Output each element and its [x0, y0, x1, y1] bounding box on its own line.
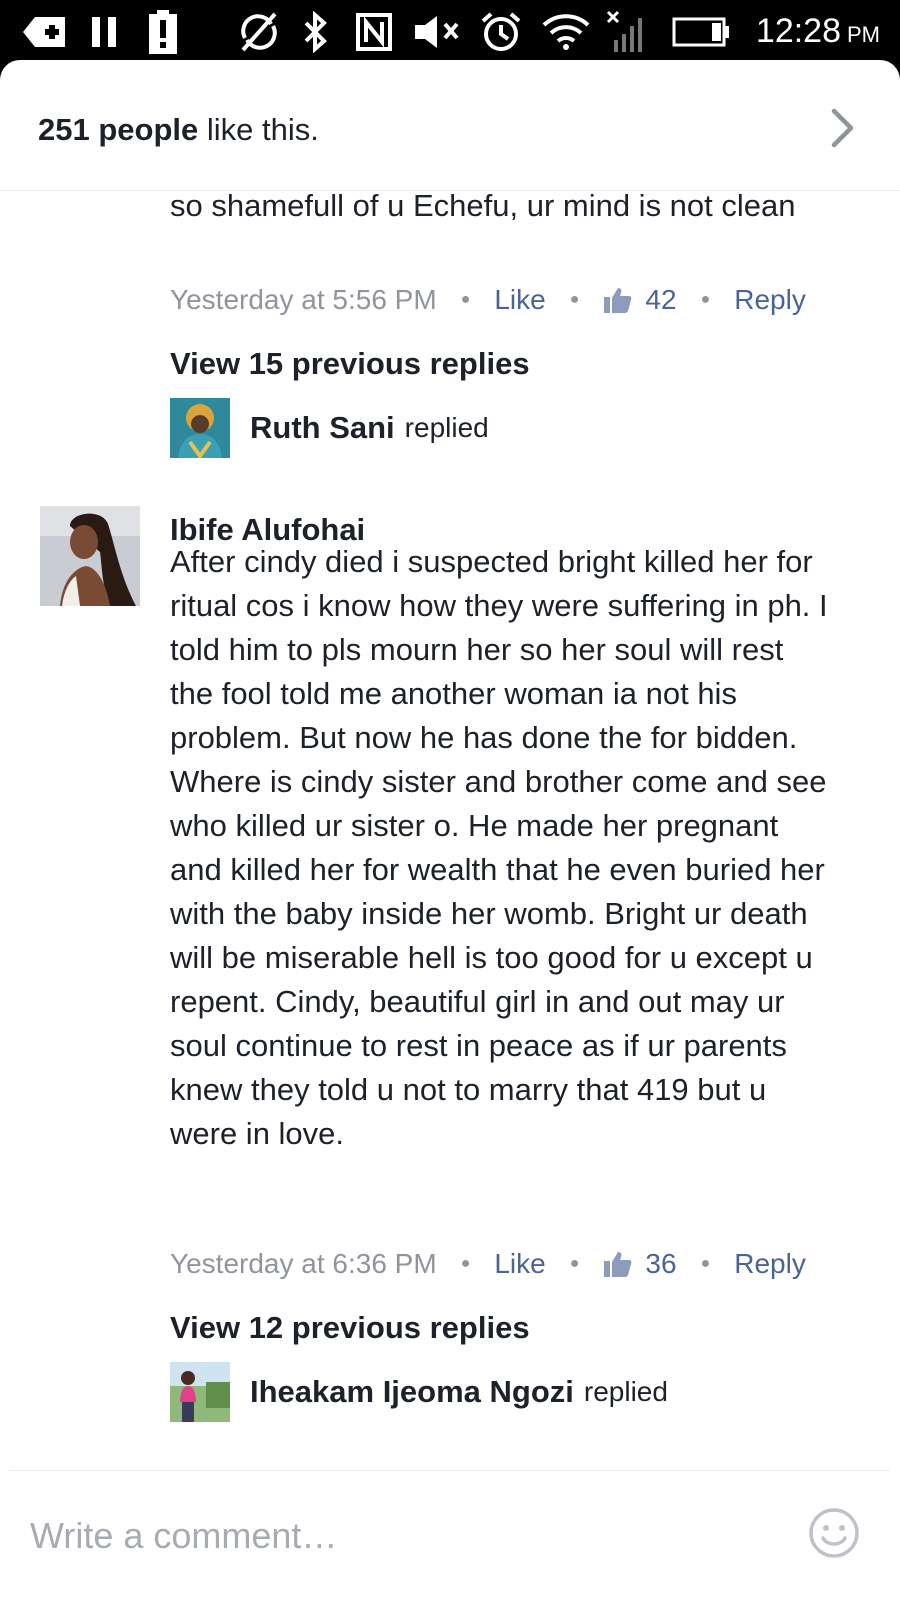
- nfc-icon: [354, 10, 394, 54]
- likes-suffix: like this.: [198, 112, 319, 147]
- notification-add-icon: [20, 10, 68, 54]
- reply-author-name[interactable]: Ruth Sani: [250, 410, 395, 446]
- comment-text: so shamefull of u Echefu, ur mind is not…: [170, 188, 796, 223]
- bluetooth-icon: [300, 10, 332, 54]
- battery-icon: [672, 10, 730, 54]
- view-previous-replies[interactable]: View 12 previous replies: [170, 1310, 530, 1346]
- separator-dot: ●: [460, 291, 471, 308]
- separator-dot: ●: [700, 1255, 711, 1272]
- like-button[interactable]: Like: [494, 1248, 545, 1280]
- likes-header[interactable]: 251 people like this.: [0, 60, 900, 191]
- like-count[interactable]: 42: [645, 284, 676, 316]
- like-count[interactable]: 36: [645, 1248, 676, 1280]
- thumbs-up-icon[interactable]: [603, 1250, 633, 1278]
- separator-dot: ●: [569, 1255, 580, 1272]
- comment-meta: Yesterday at 6:36 PM ● Like ● 36 ● Reply: [170, 1244, 806, 1284]
- comment-timestamp[interactable]: Yesterday at 6:36 PM: [170, 1248, 437, 1280]
- emoji-icon[interactable]: [808, 1507, 860, 1559]
- separator-dot: ●: [700, 291, 711, 308]
- avatar[interactable]: [170, 1362, 230, 1422]
- likes-count: 251 people: [38, 112, 199, 147]
- reply-button[interactable]: Reply: [734, 1248, 806, 1280]
- signal-no-service-icon: [606, 10, 650, 54]
- reply-button[interactable]: Reply: [734, 284, 806, 316]
- avatar[interactable]: [170, 398, 230, 458]
- clock-ampm: PM: [847, 22, 880, 47]
- clock-time: 12:28: [755, 12, 841, 50]
- sync-off-icon: [236, 10, 282, 54]
- likes-summary[interactable]: 251 people like this.: [38, 112, 319, 148]
- status-bar: 12:28 PM: [0, 0, 900, 64]
- comment-text: After cindy died i suspected bright kill…: [170, 544, 828, 1151]
- avatar[interactable]: [40, 506, 140, 606]
- battery-alert-icon: [146, 10, 180, 54]
- like-button[interactable]: Like: [494, 284, 545, 316]
- alarm-icon: [478, 10, 524, 54]
- separator-dot: ●: [460, 1255, 471, 1272]
- comment-meta: Yesterday at 5:56 PM ● Like ● 42 ● Reply: [170, 280, 806, 320]
- reply-verb: replied: [583, 1376, 668, 1407]
- comment-input[interactable]: [30, 1511, 770, 1561]
- comment-composer: [10, 1470, 890, 1600]
- clock: 12:28 PM: [756, 12, 880, 51]
- reply-verb: replied: [404, 412, 489, 443]
- pause-icon: [88, 10, 122, 54]
- separator-dot: ●: [569, 291, 580, 308]
- view-previous-replies[interactable]: View 15 previous replies: [170, 346, 530, 382]
- thumbs-up-icon[interactable]: [603, 286, 633, 314]
- volume-mute-icon: [412, 10, 464, 54]
- comments-sheet: 251 people like this. so shamefull of u …: [0, 60, 900, 1600]
- reply-author-name[interactable]: Iheakam Ijeoma Ngozi: [250, 1374, 574, 1410]
- reply-preview[interactable]: Iheakam Ijeoma Ngozi replied: [170, 1362, 668, 1422]
- reply-preview[interactable]: Ruth Sani replied: [170, 398, 489, 458]
- wifi-icon: [540, 10, 592, 54]
- comment-timestamp[interactable]: Yesterday at 5:56 PM: [170, 284, 437, 316]
- chevron-right-icon[interactable]: [830, 108, 856, 153]
